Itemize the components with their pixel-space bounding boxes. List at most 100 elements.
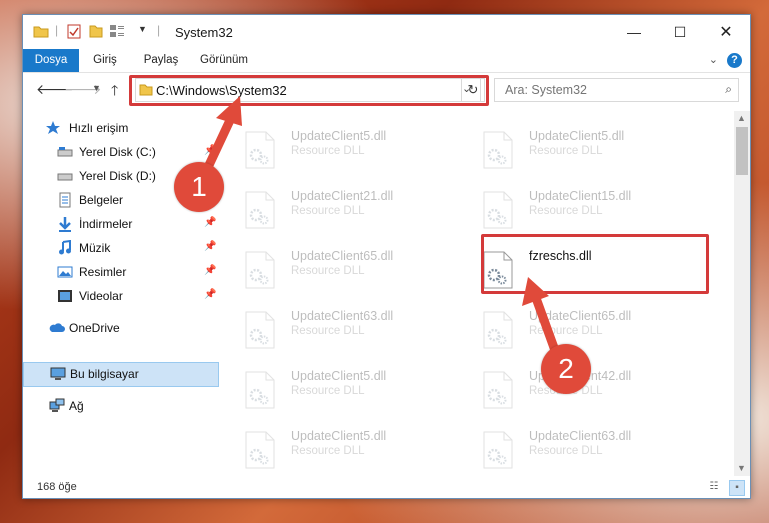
file-name: UpdateClient5.dll <box>529 129 625 143</box>
pictures-icon <box>57 266 73 278</box>
documents-icon <box>59 192 71 208</box>
recent-locations-icon[interactable]: ▼ <box>92 83 101 93</box>
pin-icon[interactable]: 📌 <box>204 289 216 300</box>
file-item[interactable]: UpdateClient5.dll Resource DLL <box>461 123 687 171</box>
file-description: Resource DLL <box>291 265 365 277</box>
file-name: UpdateClient5.dll <box>291 369 387 383</box>
search-input[interactable] <box>503 82 707 98</box>
file-item[interactable]: UpdateClient5.dll Resource DLL <box>223 363 449 411</box>
item-count: 168 öğe <box>37 481 77 493</box>
file-item[interactable]: UpdateClient15.dll Resource DLL <box>461 183 687 231</box>
folder-icon <box>33 26 49 38</box>
dll-file-icon <box>245 311 275 349</box>
ribbon: Dosya Giriş Paylaş Görünüm ⌄ ? <box>23 49 750 73</box>
dll-file-icon <box>483 131 513 169</box>
up-arrow-icon[interactable]: 🡑 <box>111 80 118 104</box>
explorer-window: | ▼ | System32 — ☐ ✕ Dosya Giriş Paylaş … <box>22 14 751 499</box>
separator: | <box>55 23 59 37</box>
file-item[interactable]: UpdateClient63.dll Resource DLL <box>223 303 449 351</box>
file-item[interactable]: UpdateClient65.dll Resource DLL <box>223 243 449 291</box>
view-icon[interactable] <box>109 24 125 38</box>
tiles-view-icon[interactable]: ▪ <box>729 480 745 496</box>
tab-home[interactable]: Giriş <box>83 49 127 72</box>
details-view-icon[interactable]: ☷ <box>707 480 721 494</box>
dll-file-icon <box>483 191 513 229</box>
file-item[interactable]: UpdateClient5.dll Resource DLL <box>223 423 449 471</box>
download-icon <box>59 217 71 232</box>
title-bar: | ▼ | System32 — ☐ ✕ <box>23 15 750 49</box>
file-item[interactable]: UpdateClient5.dll Resource DLL <box>223 123 449 171</box>
dll-file-icon <box>245 191 275 229</box>
file-item[interactable]: UpdateClient21.dll Resource DLL <box>223 183 449 231</box>
sidebar-item-onedrive[interactable]: OneDrive <box>23 317 217 340</box>
file-description: Resource DLL <box>291 385 365 397</box>
expand-ribbon-icon[interactable]: ⌄ <box>709 53 718 66</box>
scrollbar-thumb[interactable] <box>736 127 748 175</box>
sidebar-item-videos[interactable]: Videolar 📌 <box>23 285 217 308</box>
dll-file-icon <box>245 431 275 469</box>
file-name: UpdateClient21.dll <box>291 189 394 203</box>
dll-file-icon <box>245 131 275 169</box>
pin-icon[interactable]: 📌 <box>204 265 216 276</box>
customize-toolbar-icon[interactable]: ▼ <box>138 24 147 34</box>
search-icon: ⌕ <box>725 82 732 96</box>
cloud-icon <box>49 323 65 332</box>
window-title: System32 <box>175 25 233 40</box>
dll-file-icon <box>483 431 513 469</box>
drive-icon <box>57 173 73 181</box>
properties-icon[interactable] <box>67 24 81 39</box>
sidebar-item-pictures[interactable]: Resimler 📌 <box>23 261 217 284</box>
sidebar-item-drive-c[interactable]: Yerel Disk (C:) 📌 <box>23 141 217 164</box>
sidebar-item-music[interactable]: Müzik 📌 <box>23 237 217 260</box>
status-bar: 168 öğe ☷ ▪ <box>23 476 750 498</box>
dll-file-icon <box>245 251 275 289</box>
sidebar-item-downloads[interactable]: İndirmeler 📌 <box>23 213 217 236</box>
dll-file-icon <box>245 371 275 409</box>
step-2-badge: 2 <box>541 344 591 394</box>
file-item[interactable]: UpdateClient63.dll Resource DLL <box>461 423 687 471</box>
tab-file[interactable]: Dosya <box>23 49 79 72</box>
music-icon <box>59 240 71 255</box>
file-description: Resource DLL <box>529 325 603 337</box>
close-button[interactable]: ✕ <box>703 15 749 49</box>
file-name: UpdateClient5.dll <box>291 129 387 143</box>
file-item[interactable]: UpdateClient65.dll Resource DLL <box>461 303 687 351</box>
file-name: UpdateClient65.dll <box>529 309 632 323</box>
pin-icon[interactable]: 📌 <box>204 145 216 156</box>
file-name: UpdateClient65.dll <box>291 249 394 263</box>
pin-icon[interactable]: 📌 <box>204 241 216 252</box>
scroll-down-icon[interactable]: ▼ <box>737 463 746 473</box>
file-name: UpdateClient5.dll <box>291 429 387 443</box>
step-1-badge: 1 <box>174 162 224 212</box>
vertical-scrollbar[interactable]: ▲ ▼ <box>734 111 750 476</box>
file-name: UpdateClient63.dll <box>529 429 632 443</box>
file-description: Resource DLL <box>291 445 365 457</box>
tab-share[interactable]: Paylaş <box>135 49 187 72</box>
network-icon <box>49 398 65 412</box>
sidebar-item-network[interactable]: Ağ <box>23 395 217 418</box>
file-description: Resource DLL <box>291 325 365 337</box>
scroll-up-icon[interactable]: ▲ <box>737 113 746 123</box>
pin-icon[interactable]: 📌 <box>204 217 216 228</box>
tab-view[interactable]: Görünüm <box>193 49 255 72</box>
file-description: Resource DLL <box>529 145 603 157</box>
file-highlight-box <box>481 234 709 294</box>
video-icon <box>58 290 72 302</box>
drive-icon <box>57 147 73 157</box>
file-description: Resource DLL <box>529 205 603 217</box>
search-box[interactable]: ⌕ <box>494 78 739 102</box>
dll-file-icon <box>483 371 513 409</box>
file-description: Resource DLL <box>291 205 365 217</box>
help-icon[interactable]: ? <box>727 53 742 68</box>
dll-file-icon <box>483 311 513 349</box>
new-folder-icon[interactable] <box>89 24 103 38</box>
star-icon <box>46 121 60 134</box>
sidebar-item-this-pc[interactable]: Bu bilgisayar <box>23 362 219 387</box>
maximize-button[interactable]: ☐ <box>657 15 703 49</box>
file-name: UpdateClient63.dll <box>291 309 394 323</box>
file-description: Resource DLL <box>529 445 603 457</box>
computer-icon <box>50 367 66 380</box>
minimize-button[interactable]: — <box>611 15 657 49</box>
sidebar-item-quick-access[interactable]: Hızlı erişim <box>23 117 217 140</box>
file-name: UpdateClient15.dll <box>529 189 632 203</box>
